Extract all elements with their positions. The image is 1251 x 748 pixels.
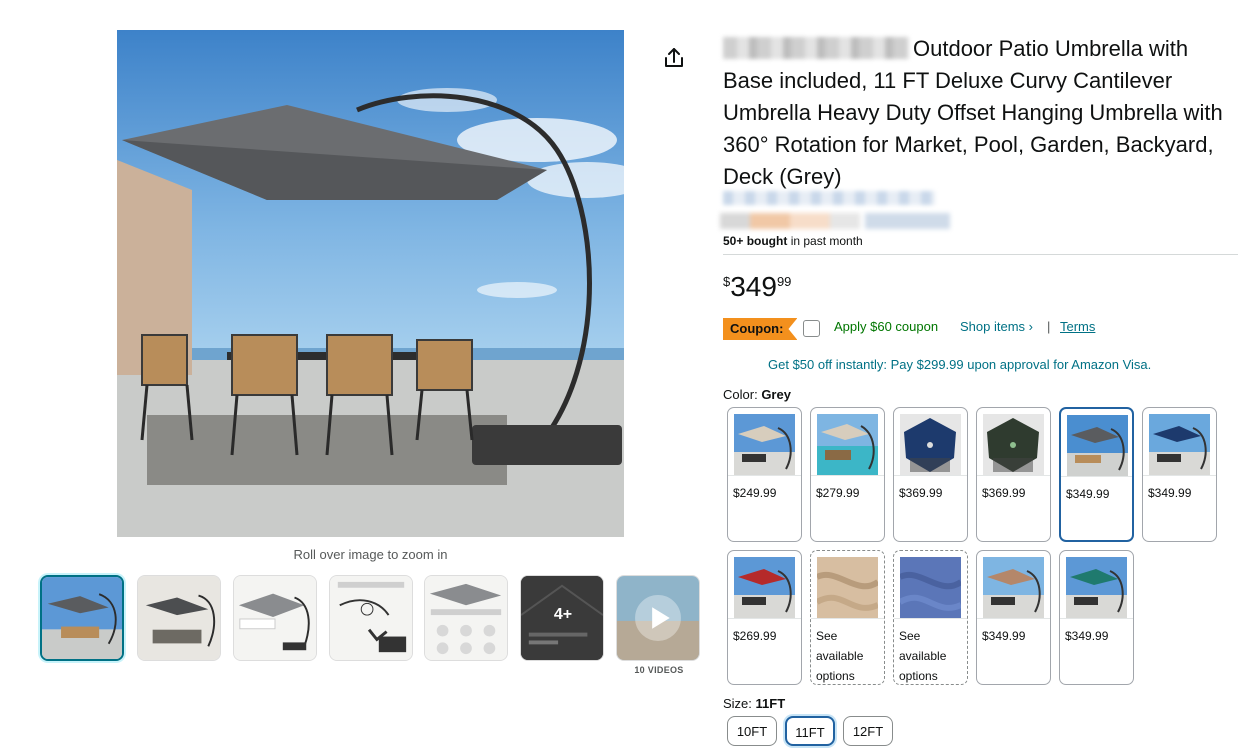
terms-link[interactable]: Terms [1060, 319, 1095, 334]
size-option-10ft[interactable]: 10FT [727, 716, 777, 746]
color-swatch-7[interactable]: $269.99 [727, 550, 802, 685]
brand-name-redacted [723, 37, 909, 59]
color-swatch-1[interactable]: $249.99 [727, 407, 802, 542]
main-product-image[interactable] [117, 30, 624, 537]
rating-redacted[interactable] [720, 213, 950, 229]
color-swatch-8[interactable]: See available options [810, 550, 885, 685]
zoom-hint: Roll over image to zoom in [293, 547, 448, 562]
color-swatch-2[interactable]: $279.99 [810, 407, 885, 542]
product-title: Outdoor Patio Umbrella with Base include… [723, 36, 1223, 189]
thumbnail-more[interactable]: 4+ [520, 575, 604, 661]
color-swatch-6[interactable]: $349.99 [1142, 407, 1217, 542]
thumbnail-2[interactable] [137, 575, 221, 661]
color-swatch-4[interactable]: $369.99 [976, 407, 1051, 542]
share-icon[interactable] [662, 46, 686, 70]
visa-offer-link[interactable]: Get $50 off instantly: Pay $299.99 upon … [768, 357, 1151, 372]
coupon-checkbox[interactable] [803, 320, 820, 337]
size-option-11ft[interactable]: 11FT [785, 716, 835, 746]
bought-in-past-month: 50+ bought in past month [723, 234, 863, 248]
divider [723, 254, 1238, 255]
thumbnail-1[interactable] [40, 575, 124, 661]
color-swatch-3[interactable]: $369.99 [893, 407, 968, 542]
price: $34999 [723, 271, 792, 302]
size-label: Size: 11FT [723, 696, 786, 711]
size-option-12ft[interactable]: 12FT [843, 716, 893, 746]
color-swatch-9[interactable]: See available options [893, 550, 968, 685]
apply-coupon-label[interactable]: Apply $60 coupon [834, 319, 938, 334]
thumbnail-video[interactable] [616, 575, 700, 661]
color-swatch-grey[interactable]: $349.99 [1059, 407, 1134, 542]
shop-items-link[interactable]: Shop items › [960, 319, 1033, 334]
color-swatch-10[interactable]: $349.99 [976, 550, 1051, 685]
color-label: Color: Grey [723, 387, 791, 402]
more-images-count: 4+ [553, 606, 573, 623]
thumbnail-3[interactable] [233, 575, 317, 661]
color-swatch-11[interactable]: $349.99 [1059, 550, 1134, 685]
store-link-redacted[interactable] [723, 191, 935, 205]
videos-count-label: 10 VIDEOS [634, 665, 684, 675]
thumbnail-5[interactable] [424, 575, 508, 661]
thumbnail-4[interactable] [329, 575, 413, 661]
coupon-separator: | [1047, 319, 1051, 334]
coupon-badge: Coupon: [723, 318, 798, 340]
